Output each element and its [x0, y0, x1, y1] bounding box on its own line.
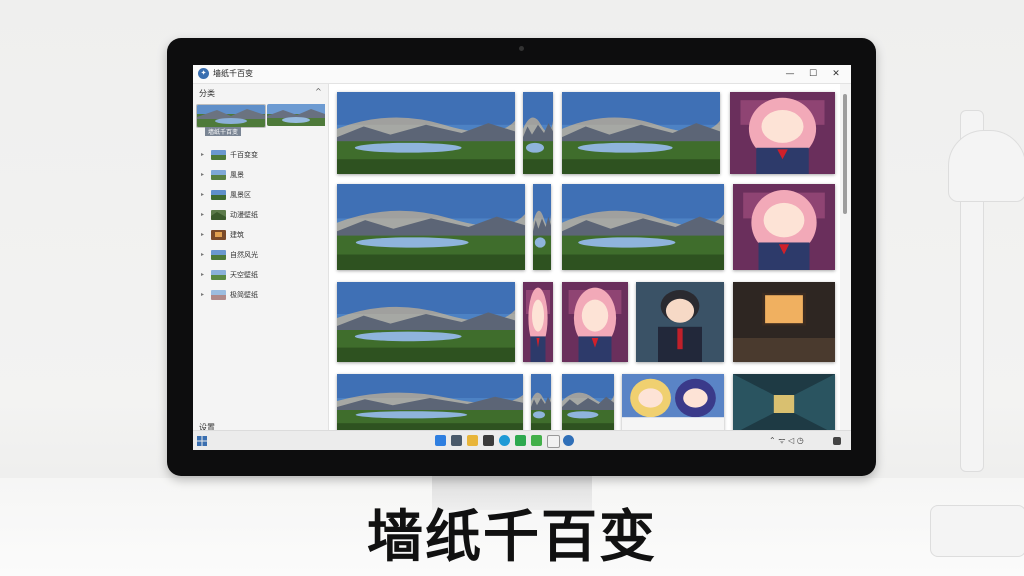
- taskbar: ⌃ ᯤ ◁ ◷: [193, 430, 851, 450]
- wallpaper-tile-anime-boy[interactable]: [636, 282, 724, 362]
- wallpaper-tile-landscape[interactable]: [337, 184, 525, 270]
- category-thumb: [211, 290, 226, 300]
- collapse-chevron-icon[interactable]: ^: [315, 87, 322, 96]
- gallery-scrollbar[interactable]: [840, 84, 851, 430]
- monitor: ✦ 墙纸千百变 — ☐ ✕ 分类 ^ 墙纸千百变 ▸ 千百变变 ▸ 風景 ▸ 風景区 …: [167, 38, 876, 476]
- desk-lamp-head: [948, 130, 1024, 202]
- sidebar-item-6[interactable]: ▸ 天空壁纸: [199, 266, 324, 286]
- wallpaper-tile-anime-girl[interactable]: [730, 92, 835, 174]
- start-menu-icon[interactable]: [197, 436, 207, 446]
- sidebar-item-label: 天空壁纸: [230, 271, 258, 279]
- sidebar-item-label: 風景: [230, 171, 244, 179]
- expand-arrow-icon[interactable]: ▸: [201, 211, 204, 218]
- maximize-button[interactable]: ☐: [802, 66, 824, 82]
- expand-arrow-icon[interactable]: ▸: [201, 231, 204, 238]
- sidebar-item-2[interactable]: ▸ 風景区: [199, 186, 324, 206]
- sidebar-item-label: 建筑: [230, 231, 244, 239]
- sidebar-item-1[interactable]: ▸ 風景: [199, 166, 324, 186]
- wallpaper-tile-landscape[interactable]: [523, 92, 553, 174]
- expand-arrow-icon[interactable]: ▸: [201, 271, 204, 278]
- category-tree: ▸ 千百变变 ▸ 風景 ▸ 風景区 ▸ 动漫壁纸 ▸ 建筑 ▸ 自然风光 ▸ 天空壁纸 ▸ 极简…: [199, 146, 324, 306]
- wallpaper-tile-landscape[interactable]: [533, 184, 551, 270]
- chat-icon[interactable]: [515, 435, 526, 446]
- store-icon[interactable]: [547, 435, 560, 448]
- wallpaper-tile-landscape[interactable]: [337, 92, 515, 174]
- close-button[interactable]: ✕: [825, 66, 847, 82]
- system-tray[interactable]: ⌃ ᯤ ◁ ◷: [769, 435, 804, 446]
- mail-icon[interactable]: [483, 435, 494, 446]
- app-window: ✦ 墙纸千百变 — ☐ ✕ 分类 ^ 墙纸千百变 ▸ 千百变变 ▸ 風景 ▸ 風景区 …: [193, 65, 851, 450]
- notification-icon[interactable]: [833, 437, 841, 445]
- category-thumb: [211, 170, 226, 180]
- wallpaper-tile-anime-girl[interactable]: [562, 282, 628, 362]
- sidebar-item-0[interactable]: ▸ 千百变变: [199, 146, 324, 166]
- wallpaper-tile-landscape[interactable]: [337, 282, 515, 362]
- webcam: [519, 46, 524, 51]
- wallpaper-tile-anime-duo[interactable]: [622, 374, 724, 430]
- photos-icon[interactable]: [531, 435, 542, 446]
- sidebar-item-4[interactable]: ▸ 建筑: [199, 226, 324, 246]
- category-thumb: [211, 230, 226, 240]
- featured-thumb[interactable]: [267, 104, 335, 126]
- featured-thumb-selected[interactable]: [196, 104, 266, 128]
- featured-label: 墙纸千百变: [205, 127, 242, 136]
- wallpaper-tile-landscape[interactable]: [562, 92, 720, 174]
- category-thumb: [211, 210, 226, 220]
- wallpaper-tile-landscape[interactable]: [562, 374, 614, 430]
- windows-icon[interactable]: [435, 435, 446, 446]
- expand-arrow-icon[interactable]: ▸: [201, 191, 204, 198]
- wallpaper-tile-landscape[interactable]: [531, 374, 551, 430]
- category-sidebar: 分类 ^ 墙纸千百变 ▸ 千百变变 ▸ 風景 ▸ 風景区 ▸ 动漫壁纸 ▸ 建筑 ▸ 自然风…: [193, 84, 329, 432]
- category-thumb: [211, 250, 226, 260]
- folder-icon[interactable]: [467, 435, 478, 446]
- category-thumb: [211, 270, 226, 280]
- wallpaper-tile-landscape[interactable]: [337, 374, 523, 430]
- sidebar-header: 分类: [199, 89, 215, 98]
- file-explorer-icon[interactable]: [451, 435, 462, 446]
- expand-arrow-icon[interactable]: ▸: [201, 171, 204, 178]
- expand-arrow-icon[interactable]: ▸: [201, 291, 204, 298]
- wallpaper-tile-corridor[interactable]: [733, 374, 835, 430]
- category-thumb: [211, 150, 226, 160]
- app-logo-icon: ✦: [198, 68, 209, 79]
- sidebar-item-label: 千百变变: [230, 151, 258, 159]
- expand-arrow-icon[interactable]: ▸: [201, 251, 204, 258]
- minimize-button[interactable]: —: [779, 66, 801, 82]
- sidebar-item-3[interactable]: ▸ 动漫壁纸: [199, 206, 324, 226]
- scrollbar-thumb[interactable]: [843, 94, 847, 214]
- title-bar: ✦ 墙纸千百变 — ☐ ✕: [193, 65, 851, 84]
- promo-caption: 墙纸千百变: [367, 505, 657, 570]
- sidebar-item-label: 动漫壁纸: [230, 211, 258, 219]
- window-title: 墙纸千百变: [213, 69, 253, 78]
- wallpaper-tile-anime-girl[interactable]: [523, 282, 553, 362]
- settings-icon[interactable]: [563, 435, 574, 446]
- sidebar-item-label: 自然风光: [230, 251, 258, 259]
- expand-arrow-icon[interactable]: ▸: [201, 151, 204, 158]
- sidebar-item-5[interactable]: ▸ 自然风光: [199, 246, 324, 266]
- wallpaper-gallery: [329, 84, 839, 430]
- sidebar-item-label: 風景区: [230, 191, 251, 199]
- wallpaper-tile-anime-girl[interactable]: [733, 184, 835, 270]
- wallpaper-tile-room[interactable]: [733, 282, 835, 362]
- edge-icon[interactable]: [499, 435, 510, 446]
- sidebar-item-7[interactable]: ▸ 极简壁纸: [199, 286, 324, 306]
- category-thumb: [211, 190, 226, 200]
- wallpaper-tile-landscape[interactable]: [562, 184, 724, 270]
- sidebar-item-label: 极简壁纸: [230, 291, 258, 299]
